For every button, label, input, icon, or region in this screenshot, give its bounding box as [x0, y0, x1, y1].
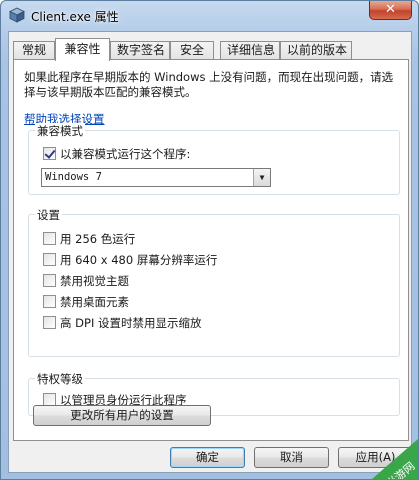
cancel-button[interactable]: 取消: [254, 447, 329, 468]
compatibility-panel: 如果此程序在早期版本的 Windows 上没有问题，而现在出现问题，请选择与该早…: [13, 59, 409, 441]
title-bar[interactable]: Client.exe 属性 ✕: [1, 1, 418, 31]
compat-mode-checkbox-row[interactable]: 以兼容模式运行这个程序:: [43, 147, 190, 163]
setting-640x480-checkbox[interactable]: [43, 253, 56, 266]
os-version-select[interactable]: Windows 7 ▼: [41, 168, 271, 187]
setting-disable-visual-themes-label: 禁用视觉主题: [60, 274, 129, 288]
tab-details[interactable]: 详细信息: [220, 41, 280, 60]
setting-256-colors-label: 用 256 色运行: [60, 232, 136, 246]
app-cube-icon: [9, 7, 25, 23]
window-title: Client.exe 属性: [31, 10, 119, 24]
ok-button[interactable]: 确定: [170, 447, 245, 468]
compat-mode-title: 兼容模式: [35, 123, 85, 139]
setting-disable-desktop-composition-checkbox[interactable]: [43, 295, 56, 308]
setting-disable-dpi-scaling-row[interactable]: 高 DPI 设置时禁用显示缩放: [43, 316, 202, 332]
dialog-body: 常规 兼容性 数字签名 安全 详细信息 以前的版本 如果此程序在早期版本的 Wi…: [8, 31, 413, 473]
setting-256-colors-row[interactable]: 用 256 色运行: [43, 232, 135, 248]
setting-640x480-row[interactable]: 用 640 x 480 屏幕分辨率运行: [43, 253, 217, 269]
setting-640x480-label: 用 640 x 480 屏幕分辨率运行: [60, 253, 218, 267]
close-button[interactable]: ✕: [369, 1, 412, 20]
change-all-users-button[interactable]: 更改所有用户的设置: [33, 405, 211, 426]
tab-previous-versions[interactable]: 以前的版本: [280, 41, 352, 60]
setting-disable-dpi-scaling-checkbox[interactable]: [43, 316, 56, 329]
privilege-title: 特权等级: [35, 371, 85, 387]
settings-group: 设置 用 256 色运行 用 640 x 480 屏幕分辨率运行 禁用视觉主题 …: [28, 207, 400, 357]
close-icon: ✕: [385, 2, 396, 17]
tab-security[interactable]: 安全: [170, 41, 214, 60]
compat-mode-group: 兼容模式 以兼容模式运行这个程序: Windows 7 ▼: [28, 123, 400, 195]
settings-title: 设置: [35, 207, 62, 223]
chevron-down-icon[interactable]: ▼: [253, 169, 270, 186]
compat-mode-checkbox-label: 以兼容模式运行这个程序:: [60, 147, 191, 161]
tab-digital-signatures[interactable]: 数字签名: [110, 41, 170, 60]
tab-general[interactable]: 常规: [13, 41, 55, 60]
intro-text: 如果此程序在早期版本的 Windows 上没有问题，而现在出现问题，请选择与该早…: [24, 70, 394, 99]
setting-disable-desktop-composition-row[interactable]: 禁用桌面元素: [43, 295, 129, 311]
setting-256-colors-checkbox[interactable]: [43, 232, 56, 245]
setting-disable-dpi-scaling-label: 高 DPI 设置时禁用显示缩放: [60, 316, 202, 330]
setting-disable-desktop-composition-label: 禁用桌面元素: [60, 295, 129, 309]
setting-disable-visual-themes-checkbox[interactable]: [43, 274, 56, 287]
os-version-selected: Windows 7: [45, 171, 102, 183]
setting-disable-visual-themes-row[interactable]: 禁用视觉主题: [43, 274, 129, 290]
tab-strip: 常规 兼容性 数字签名 安全 详细信息 以前的版本: [13, 38, 409, 61]
site-watermark: 当游网: [362, 439, 418, 479]
watermark-badge-icon: 当游网: [372, 439, 418, 479]
tab-compatibility[interactable]: 兼容性: [55, 38, 110, 61]
properties-window: Client.exe 属性 ✕ 常规 兼容性 数字签名 安全 详细信息 以前的版…: [0, 0, 419, 480]
compat-mode-checkbox[interactable]: [43, 147, 56, 160]
